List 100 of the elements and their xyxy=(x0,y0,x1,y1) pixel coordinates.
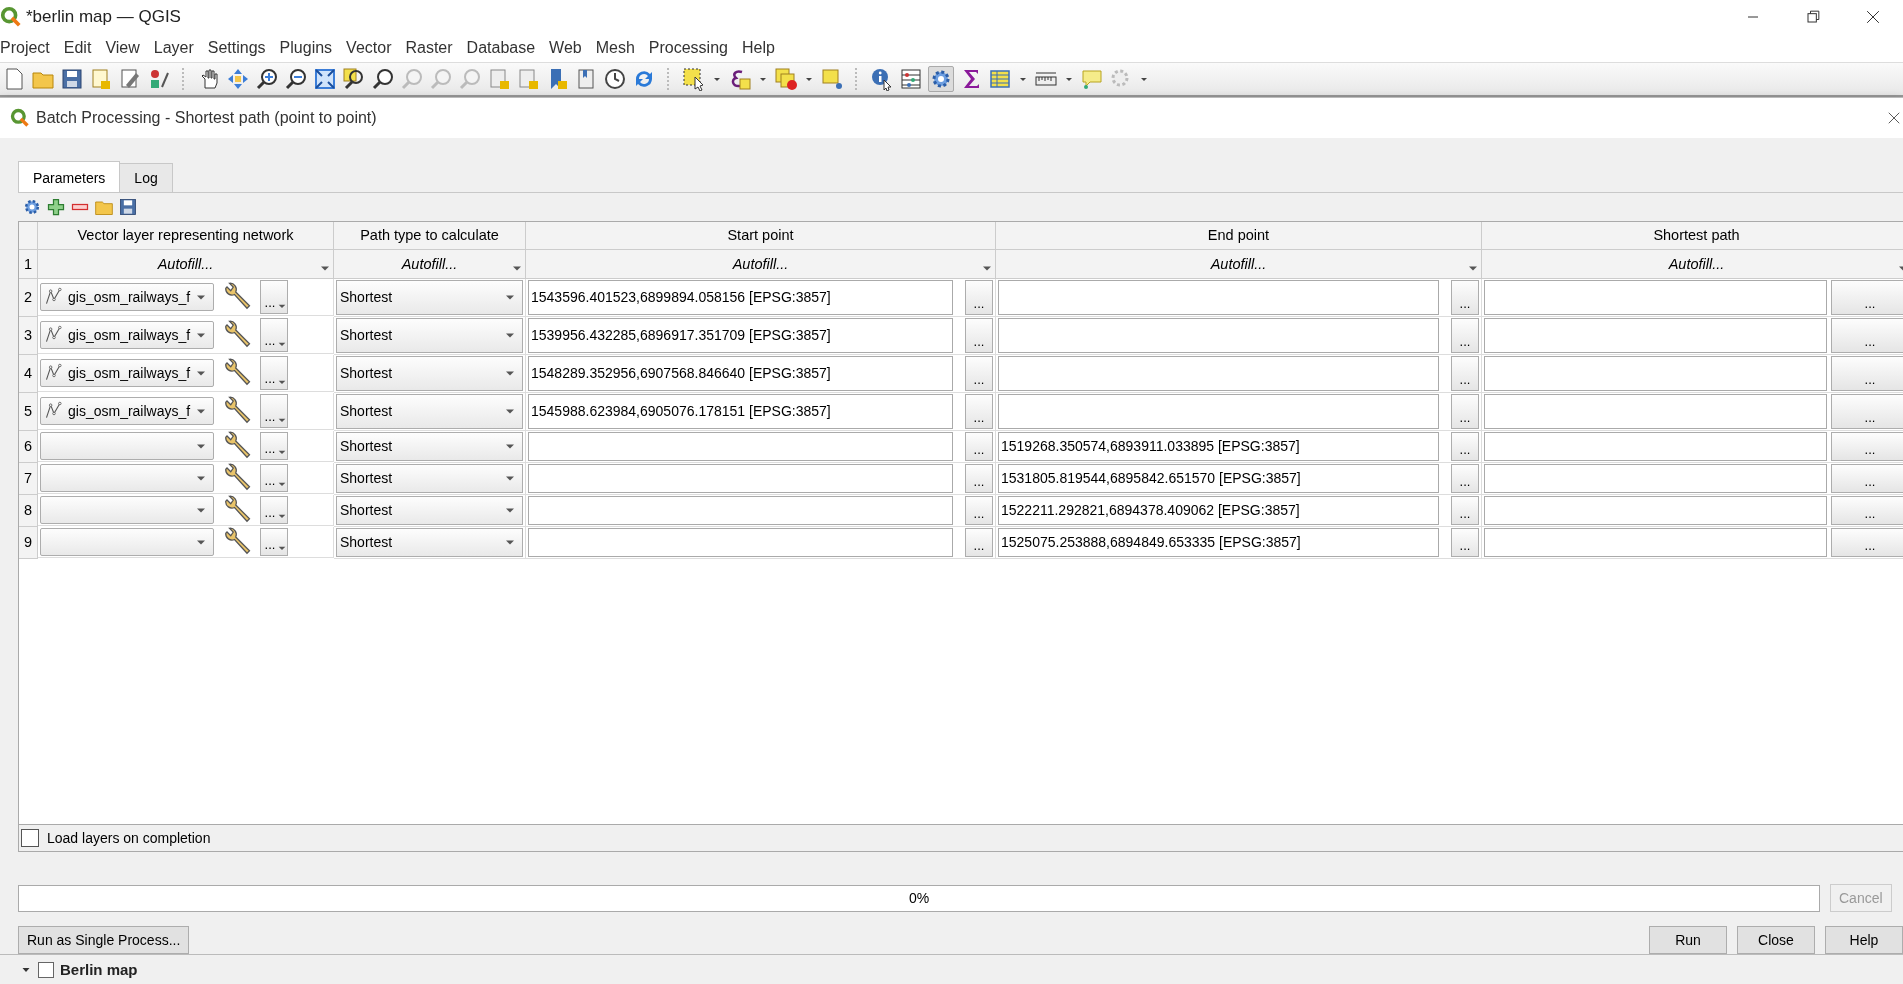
more-button[interactable]: ... xyxy=(260,431,288,460)
browse-button[interactable]: ... xyxy=(1831,495,1903,525)
browse-button[interactable]: ... xyxy=(1831,393,1903,429)
menu-item[interactable]: Layer xyxy=(153,38,194,57)
start-point-field[interactable] xyxy=(528,495,953,525)
zoom-in-icon[interactable] xyxy=(255,66,279,91)
browse-button[interactable]: ... xyxy=(965,495,993,525)
start-point-field[interactable] xyxy=(528,527,953,557)
menu-item[interactable]: Project xyxy=(0,38,50,57)
dialog-button[interactable]: Run xyxy=(1649,926,1727,955)
menu-item[interactable]: Web xyxy=(549,38,582,57)
start-point-field[interactable] xyxy=(528,431,953,461)
menu-item[interactable]: Vector xyxy=(346,38,392,57)
path-type-dropdown[interactable]: Shortest xyxy=(336,279,523,315)
zoom-selection-icon[interactable] xyxy=(342,66,366,91)
path-type-dropdown[interactable]: Shortest xyxy=(336,355,523,391)
layer-dropdown[interactable]: gis_osm_railways_f xyxy=(40,358,214,387)
autofill-label[interactable]: Autofill... xyxy=(1210,255,1267,272)
select-location-icon[interactable] xyxy=(820,66,844,91)
identify-icon[interactable] xyxy=(870,66,894,91)
end-point-field[interactable]: 1519268.350574,6893911.033895 [EPSG:3857] xyxy=(998,431,1439,461)
autofill-label[interactable]: Autofill... xyxy=(732,255,789,272)
browse-button[interactable]: ... xyxy=(965,317,993,353)
wrench-icon[interactable] xyxy=(222,526,252,557)
menu-item[interactable]: Help xyxy=(741,38,775,57)
dialog-button[interactable]: Help xyxy=(1825,926,1903,955)
browse-button[interactable]: ... xyxy=(965,527,993,557)
wrench-icon[interactable] xyxy=(222,462,252,493)
output-field[interactable] xyxy=(1484,393,1827,429)
browse-button[interactable]: ... xyxy=(1831,317,1903,353)
output-field[interactable] xyxy=(1484,527,1827,557)
browse-button[interactable]: ... xyxy=(965,463,993,493)
more-button[interactable]: ... xyxy=(260,393,288,428)
browse-button[interactable]: ... xyxy=(1831,463,1903,493)
more-button[interactable]: ... xyxy=(260,463,288,492)
save-icon[interactable] xyxy=(118,196,138,217)
save-icon[interactable] xyxy=(60,66,84,91)
wrench-icon[interactable] xyxy=(222,357,252,388)
browse-button[interactable]: ... xyxy=(1451,431,1479,461)
path-type-dropdown[interactable]: Shortest xyxy=(336,317,523,353)
dialog-button[interactable]: Close xyxy=(1737,926,1815,955)
end-point-field[interactable] xyxy=(998,355,1439,391)
wrench-icon[interactable] xyxy=(222,281,252,312)
end-point-field[interactable] xyxy=(998,279,1439,315)
zoom-layer-icon[interactable] xyxy=(371,66,395,91)
browse-button[interactable]: ... xyxy=(1451,355,1479,391)
browse-button[interactable]: ... xyxy=(1451,279,1479,315)
start-point-field[interactable]: 1539956.432285,6896917.351709 [EPSG:3857] xyxy=(528,317,953,353)
wrench-icon[interactable] xyxy=(222,494,252,525)
output-field[interactable] xyxy=(1484,355,1827,391)
run-single-button[interactable]: Run as Single Process... xyxy=(18,926,190,955)
more-button[interactable]: ... xyxy=(260,527,288,556)
more-button[interactable]: ... xyxy=(260,355,288,390)
more-button[interactable]: ... xyxy=(260,495,288,524)
calculator-icon[interactable] xyxy=(899,66,923,91)
tab[interactable]: Parameters xyxy=(18,160,121,192)
output-field[interactable] xyxy=(1484,279,1827,315)
path-type-dropdown[interactable]: Shortest xyxy=(336,495,523,525)
menu-item[interactable]: Raster xyxy=(405,38,453,57)
output-field[interactable] xyxy=(1484,431,1827,461)
browse-button[interactable]: ... xyxy=(1831,527,1903,557)
browse-button[interactable]: ... xyxy=(965,393,993,429)
more-button[interactable]: ... xyxy=(260,317,288,352)
menu-item[interactable]: Edit xyxy=(63,38,92,57)
browse-button[interactable]: ... xyxy=(1831,431,1903,461)
browse-button[interactable]: ... xyxy=(965,355,993,391)
browse-button[interactable]: ... xyxy=(1451,495,1479,525)
start-point-field[interactable]: 1548289.352956,6907568.846640 [EPSG:3857] xyxy=(528,355,953,391)
wrench-icon[interactable] xyxy=(222,395,252,426)
path-type-dropdown[interactable]: Shortest xyxy=(336,431,523,461)
menu-item[interactable]: Mesh xyxy=(595,38,635,57)
start-point-field[interactable]: 1545988.623984,6905076.178151 [EPSG:3857] xyxy=(528,393,953,429)
add-icon[interactable] xyxy=(46,196,66,217)
path-type-dropdown[interactable]: Shortest xyxy=(336,527,523,557)
end-point-field[interactable]: 1522211.292821,6894378.409062 [EPSG:3857] xyxy=(998,495,1439,525)
path-type-dropdown[interactable]: Shortest xyxy=(336,393,523,429)
browse-button[interactable]: ... xyxy=(1831,279,1903,315)
wrench-icon[interactable] xyxy=(222,430,252,461)
output-field[interactable] xyxy=(1484,463,1827,493)
tab[interactable]: Log xyxy=(119,162,173,192)
browse-button[interactable]: ... xyxy=(1831,355,1903,391)
path-type-dropdown[interactable]: Shortest xyxy=(336,463,523,493)
menu-item[interactable]: Plugins xyxy=(279,38,333,57)
browse-button[interactable]: ... xyxy=(965,279,993,315)
menu-item[interactable]: View xyxy=(105,38,140,57)
wrench-icon[interactable] xyxy=(222,319,252,350)
layer-checkbox[interactable] xyxy=(38,961,54,978)
end-point-field[interactable]: 1525075.253888,6894849.653335 [EPSG:3857] xyxy=(998,527,1439,557)
start-point-field[interactable] xyxy=(528,463,953,493)
layer-dropdown[interactable]: gis_osm_railways_f xyxy=(40,320,214,349)
clock-icon[interactable] xyxy=(603,66,627,91)
end-point-field[interactable] xyxy=(998,393,1439,429)
menu-item[interactable]: Database xyxy=(466,38,536,57)
end-point-field[interactable] xyxy=(998,317,1439,353)
checkbox[interactable] xyxy=(21,829,39,848)
browse-button[interactable]: ... xyxy=(1451,527,1479,557)
layer-dropdown[interactable]: gis_osm_railways_f xyxy=(40,396,214,425)
menu-item[interactable]: Processing xyxy=(648,38,728,57)
menu-item[interactable]: Settings xyxy=(207,38,266,57)
browse-button[interactable]: ... xyxy=(965,431,993,461)
